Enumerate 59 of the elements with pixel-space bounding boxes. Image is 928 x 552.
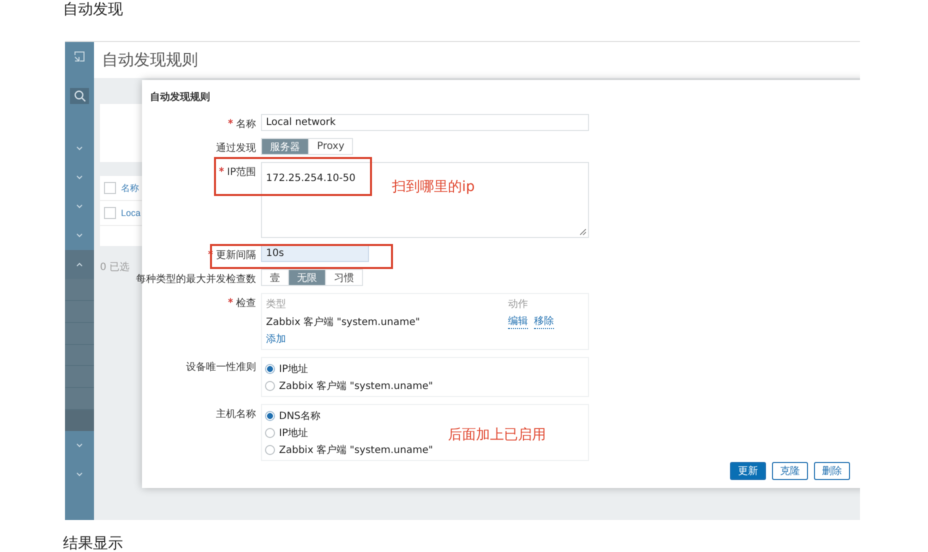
radio-label: Zabbix 客户端 "system.uname" [279,380,433,392]
search-button[interactable] [70,88,89,104]
article-heading: 结果显示 [63,534,124,552]
textarea-value: 172.25.254.10-50 [266,173,356,184]
chevron-icon [76,262,83,267]
radio-button[interactable] [265,444,275,454]
checkbox[interactable] [104,182,116,194]
segment-button[interactable]: 服务器 [262,139,309,154]
chevron-icon [76,175,83,180]
column-header: 动作 [508,298,528,311]
column-header-link[interactable]: 名称 [121,182,139,194]
field-label: IP范围 [227,166,256,179]
input-field[interactable]: 10s [261,245,369,262]
field-label: 名称 [236,118,256,131]
radio-label: IP地址 [279,426,308,440]
chevron-icon [76,472,83,477]
radio-button[interactable] [265,380,275,390]
rule-link[interactable]: Loca [121,208,141,218]
radio-label: DNS名称 [279,410,321,422]
field-label: 主机名称 [216,408,256,421]
field-label: 设备唯一性准则 [186,360,256,374]
page-title: 自动发现规则 [102,50,198,70]
required-mark-icon [228,298,233,303]
radio-button[interactable] [265,410,275,420]
search-icon [74,90,86,102]
annotation-text: 扫到哪里的ip [392,178,475,196]
input-field[interactable]: Local network [261,114,589,131]
sidebar-menu-item[interactable] [65,250,94,279]
required-mark-icon [219,167,224,172]
add-link[interactable]: 添加 [266,332,286,346]
selected-count: 0 已选 [100,260,130,274]
segment-button[interactable]: 无限 [289,270,326,285]
dialog-button[interactable]: 删除 [814,462,850,480]
annotation-text: 后面加上已启用 [448,426,546,444]
radio-button[interactable] [265,364,275,374]
checkbox[interactable] [104,207,116,219]
radio-label: Zabbix 客户端 "system.uname" [279,444,433,456]
field-label: 检查 [236,296,256,310]
chevron-icon [76,443,83,448]
resize-grip-icon [580,229,586,235]
chevron-icon [76,204,83,209]
dialog-title: 自动发现规则 [149,90,211,105]
required-mark-icon [208,250,213,255]
radio-label: IP地址 [279,362,308,376]
action-link[interactable]: 编辑 [508,314,528,329]
field-label: 每种类型的最大并发检查数 [136,272,256,286]
chevron-icon [76,233,83,238]
action-link[interactable]: 移除 [534,314,554,329]
table-cell-text: Zabbix 客户端 "system.uname" [266,316,421,328]
dialog-button[interactable]: 克隆 [772,462,808,480]
column-header: 类型 [266,298,287,311]
field-label: 更新间隔 [216,248,256,262]
chevron-icon [76,146,83,151]
article-heading: 自动发现 [63,0,124,20]
collapse-icon [74,51,85,62]
radio-button[interactable] [265,428,275,438]
field-label: 通过发现 [216,142,256,155]
dialog-button[interactable]: 更新 [730,462,766,480]
required-mark-icon [228,119,233,124]
